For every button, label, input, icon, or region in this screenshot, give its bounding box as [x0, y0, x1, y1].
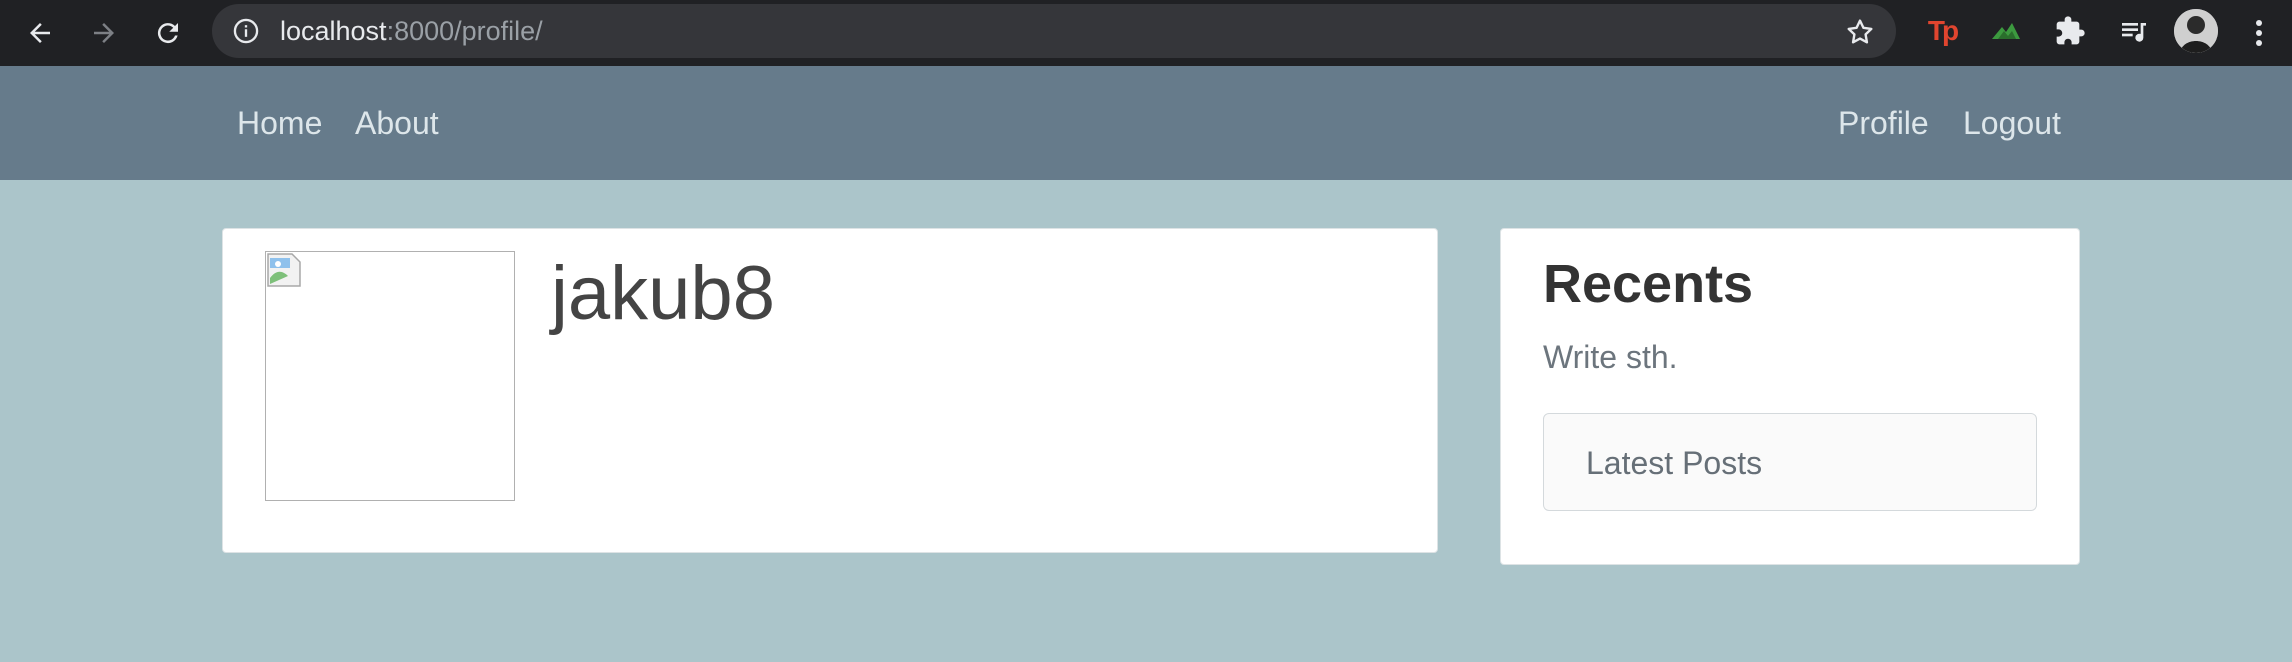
browser-menu-button[interactable]: [2244, 15, 2274, 51]
profile-image: [265, 251, 515, 501]
nav-link-logout[interactable]: Logout: [1963, 104, 2061, 142]
url-host: localhost: [280, 16, 387, 46]
site-info-icon[interactable]: [232, 17, 260, 45]
recents-card: Recents Write sth. Latest Posts: [1500, 228, 2080, 565]
profile-avatar-icon[interactable]: [2174, 9, 2218, 53]
url-path: :8000/profile/: [386, 16, 543, 46]
bookmark-star-icon[interactable]: [1844, 16, 1876, 48]
profile-card: jakub8: [222, 228, 1438, 553]
recents-title: Recents: [1543, 254, 1754, 314]
broken-image-icon: [267, 253, 301, 287]
kebab-menu-icon: [2256, 20, 2262, 46]
nav-link-about[interactable]: About: [355, 104, 439, 142]
latest-posts-label: Latest Posts: [1586, 445, 1763, 481]
forward-arrow-icon: [94, 23, 114, 43]
site-navbar: Home About Profile Logout: [0, 66, 2292, 180]
browser-toolbar: localhost:8000/profile/ Tp: [0, 0, 2292, 66]
reload-icon: [157, 23, 178, 44]
back-arrow-icon: [30, 23, 50, 43]
latest-posts-item[interactable]: Latest Posts: [1543, 413, 2037, 511]
green-extension-icon[interactable]: [1988, 13, 2024, 49]
address-bar[interactable]: localhost:8000/profile/: [212, 4, 1896, 58]
recents-subtitle: Write sth.: [1543, 339, 1678, 375]
puzzle-icon[interactable]: [2052, 13, 2088, 49]
nav-link-profile[interactable]: Profile: [1838, 104, 1929, 142]
back-button[interactable]: [22, 15, 58, 51]
forward-button[interactable]: [86, 15, 122, 51]
media-queue-icon[interactable]: [2116, 13, 2152, 49]
url-text[interactable]: localhost:8000/profile/: [280, 17, 543, 45]
reload-button[interactable]: [150, 15, 186, 51]
profile-username: jakub8: [551, 251, 775, 336]
nav-link-home[interactable]: Home: [237, 104, 322, 142]
tp-extension-icon[interactable]: Tp: [1924, 13, 1960, 49]
